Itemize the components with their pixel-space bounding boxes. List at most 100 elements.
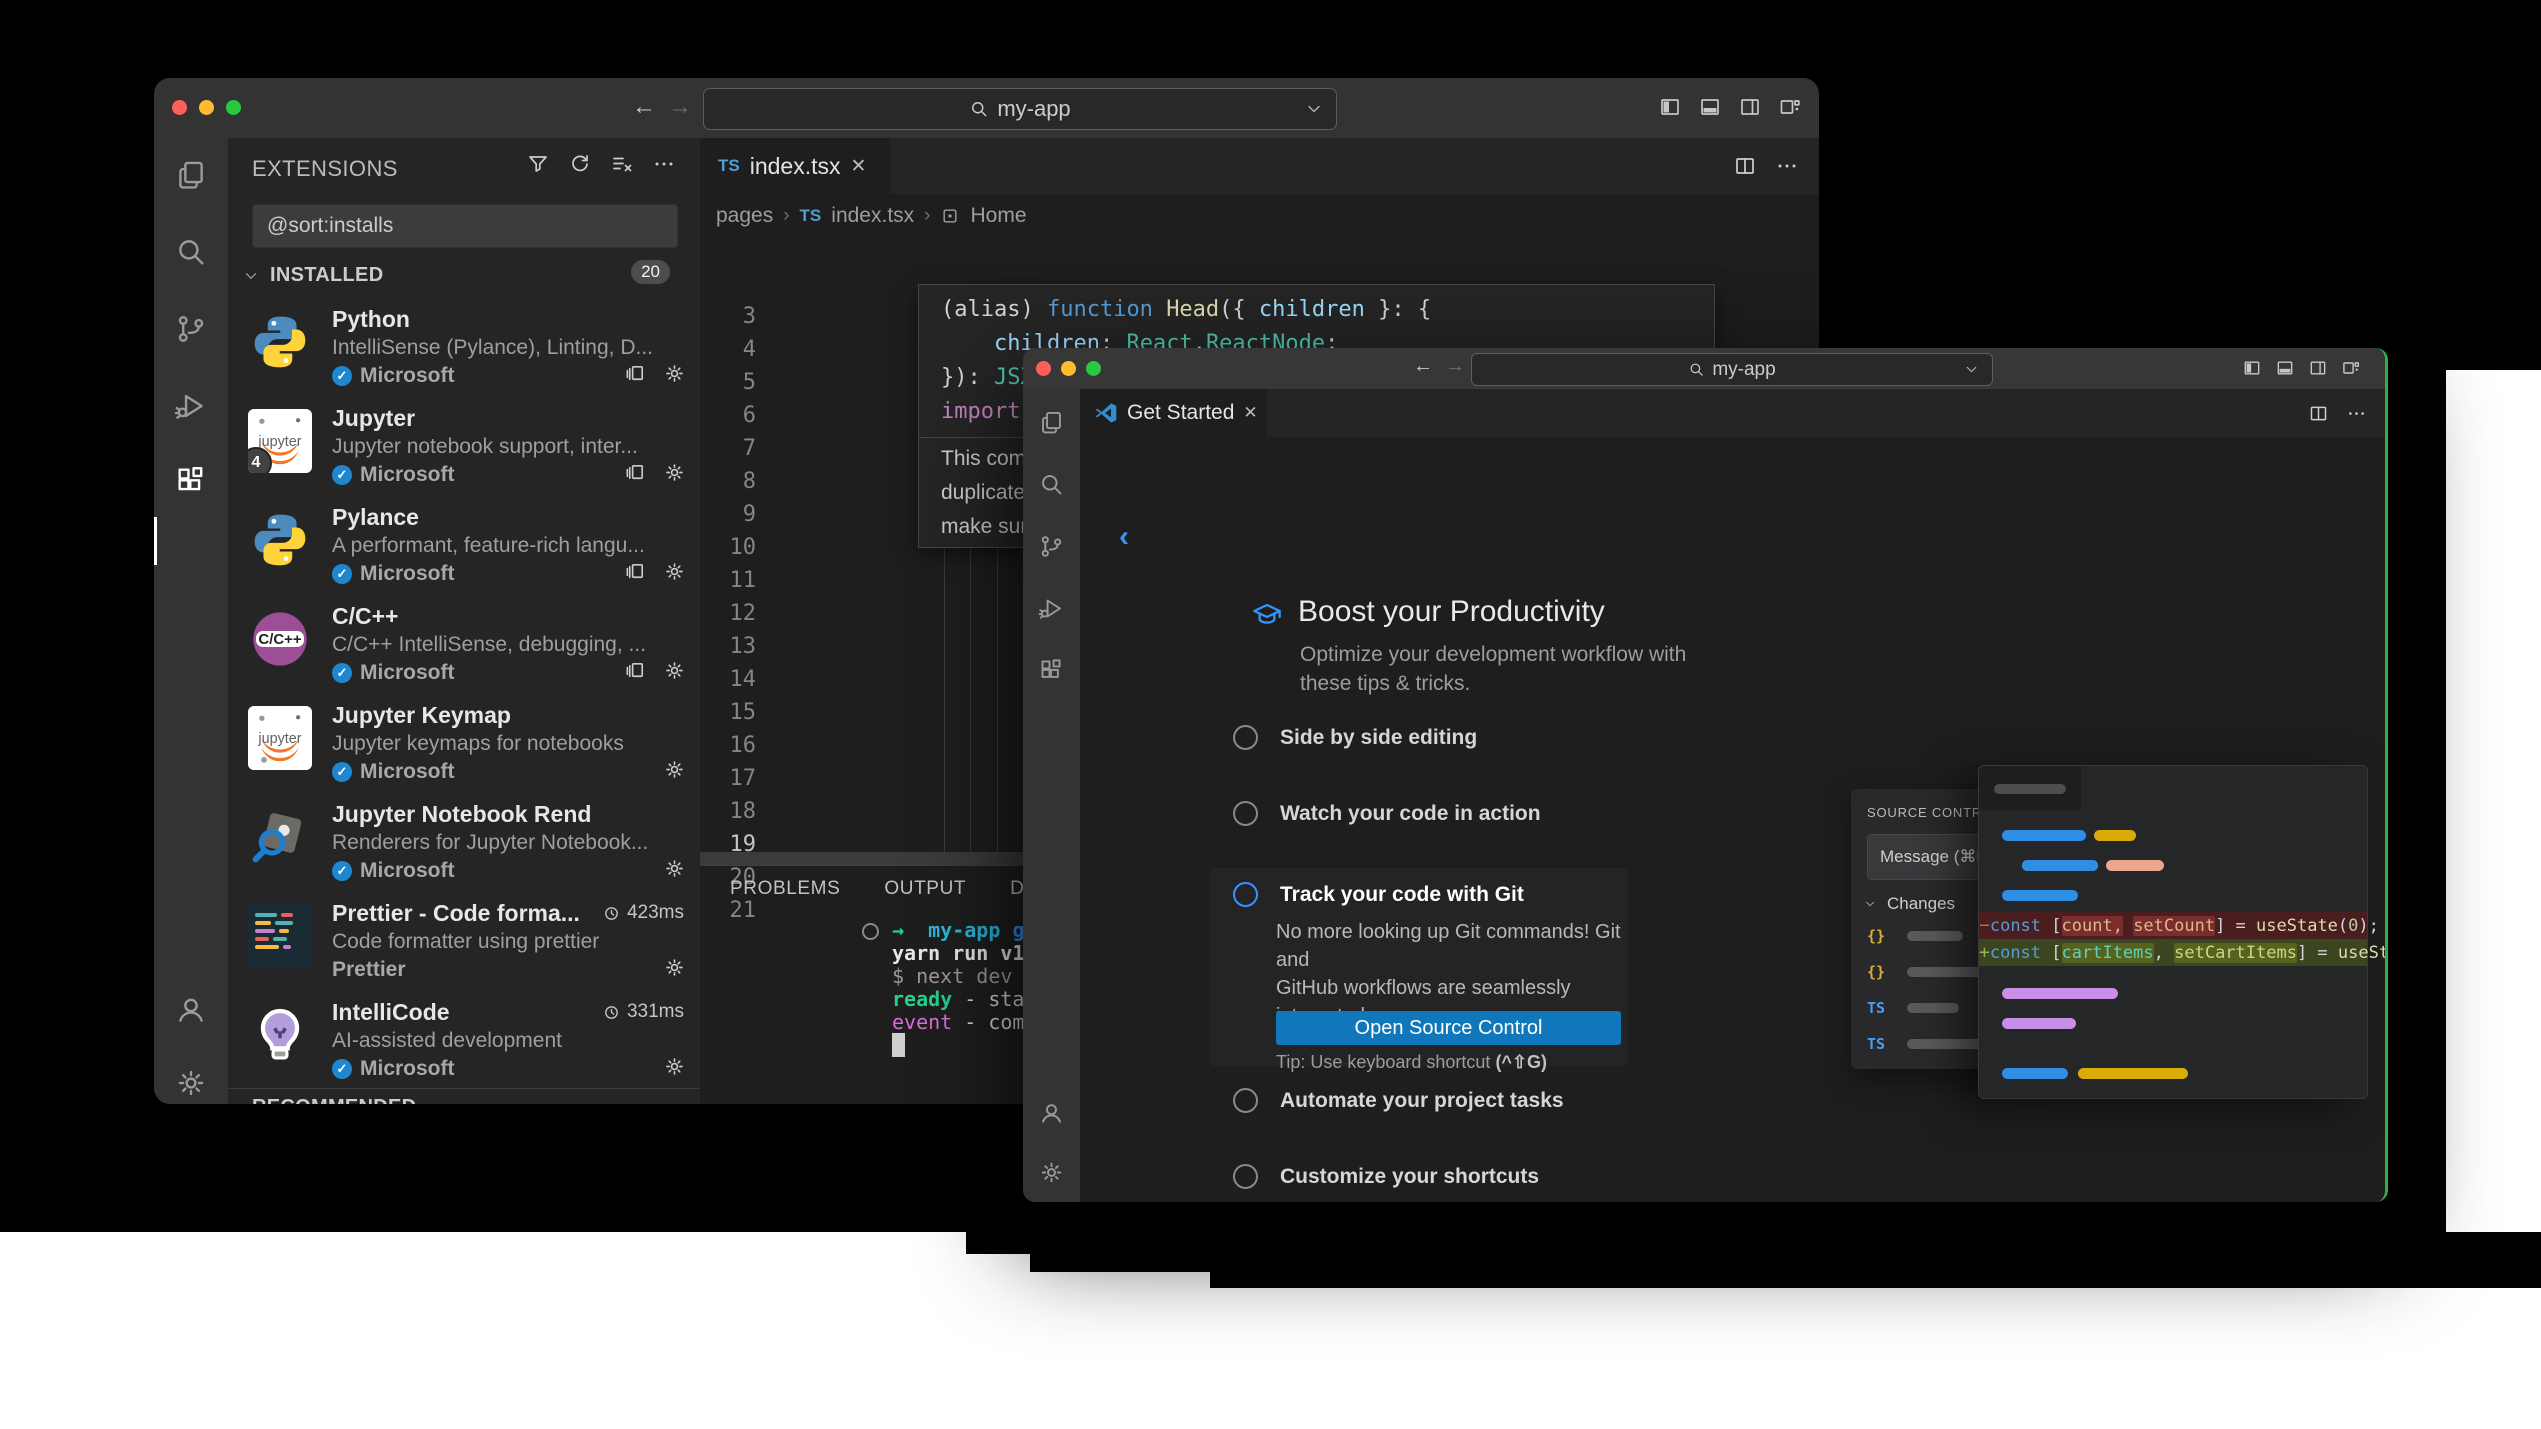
activity-account-icon[interactable]: [1038, 1099, 1065, 1126]
breadcrumb[interactable]: pages › TS index.tsx › Home: [716, 198, 1027, 234]
changed-file-row[interactable]: {}: [1867, 927, 1963, 945]
close-tab-icon[interactable]: ✕: [851, 155, 867, 178]
chevron-expanded-icon[interactable]: [1863, 897, 1877, 911]
changed-file-row[interactable]: TS: [1867, 999, 1959, 1017]
chevron-down-icon[interactable]: [1963, 361, 1980, 378]
gear-icon[interactable]: [663, 362, 686, 385]
side-by-side-icon[interactable]: [624, 659, 647, 682]
breadcrumb-item[interactable]: Home: [970, 204, 1026, 228]
walkthrough-step[interactable]: Side by side editing: [1233, 725, 1477, 750]
split-editor-icon[interactable]: [2308, 403, 2329, 424]
chevron-down-icon[interactable]: [1304, 99, 1324, 119]
activity-debug-icon[interactable]: [174, 389, 208, 423]
panel-tab-problems[interactable]: PROBLEMS: [730, 878, 840, 900]
gear-icon[interactable]: [663, 758, 686, 781]
extension-row[interactable]: Pylance A performant, feature-rich langu.…: [228, 498, 700, 597]
close-window-button[interactable]: [1036, 361, 1051, 376]
gear-icon[interactable]: [663, 1055, 686, 1078]
walkthrough-back-icon[interactable]: ‹: [1119, 520, 1129, 554]
step-radio-icon[interactable]: [1233, 1088, 1258, 1113]
more-actions-icon[interactable]: [1775, 154, 1799, 178]
panel-bottom-icon[interactable]: [2275, 358, 2295, 378]
activity-files-icon[interactable]: [174, 158, 208, 192]
side-by-side-icon[interactable]: [624, 461, 647, 484]
breadcrumb-item[interactable]: pages: [716, 204, 773, 228]
extension-row[interactable]: jupyter Jupyter Keymap Jupyter keymaps for…: [228, 696, 700, 795]
gear-icon[interactable]: [663, 560, 686, 583]
layout-icon[interactable]: [1778, 95, 1802, 119]
step-radio-icon[interactable]: [1233, 1164, 1258, 1189]
back-arrow-icon[interactable]: ←: [632, 95, 656, 119]
activity-settings-icon[interactable]: [174, 1066, 208, 1100]
activity-debug-icon[interactable]: [1038, 595, 1065, 622]
split-editor-icon[interactable]: [1733, 154, 1757, 178]
command-center-search[interactable]: my-app: [703, 88, 1337, 130]
back-arrow-icon[interactable]: ←: [1413, 356, 1433, 376]
line-number: 4: [742, 337, 756, 362]
step-radio-icon[interactable]: [1233, 801, 1258, 826]
walkthrough-step[interactable]: Customize your shortcuts: [1233, 1164, 1539, 1189]
extension-row[interactable]: C/C++ C/C++ C/C++ IntelliSense, debugging,…: [228, 597, 700, 696]
gear-icon[interactable]: [663, 956, 686, 979]
panel-tab-output[interactable]: OUTPUT: [884, 878, 966, 900]
layout-icon[interactable]: [2341, 358, 2361, 378]
extension-row[interactable]: Python IntelliSense (Pylance), Linting, D…: [228, 300, 700, 399]
tab-index-tsx[interactable]: TS index.tsx ✕: [700, 138, 890, 194]
walkthrough-step[interactable]: Watch your code in action: [1233, 801, 1541, 826]
extension-row[interactable]: Jupyter Notebook Renderers Renderers for …: [228, 795, 700, 894]
step-radio-selected-icon[interactable]: [1233, 882, 1258, 907]
more-actions-icon[interactable]: [2346, 403, 2367, 424]
walkthrough-step[interactable]: Automate your project tasks: [1233, 1088, 1564, 1113]
panel-bottom-icon[interactable]: [1698, 95, 1722, 119]
command-center-search[interactable]: my-app: [1471, 353, 1993, 386]
zoom-window-button[interactable]: [1086, 361, 1101, 376]
refresh-icon[interactable]: [568, 152, 592, 176]
clear-list-icon[interactable]: [610, 152, 634, 176]
panel-left-icon[interactable]: [2242, 358, 2262, 378]
side-by-side-icon[interactable]: [624, 560, 647, 583]
activity-source-control-icon[interactable]: [174, 312, 208, 346]
step-radio-icon[interactable]: [1233, 725, 1258, 750]
activity-search-icon[interactable]: [174, 235, 208, 269]
vscode-window-front: ← → my-app Get Started ✕ ‹ Boost your Pr…: [1023, 348, 2388, 1202]
ellipsis-icon[interactable]: [652, 152, 676, 176]
zoom-window-button[interactable]: [226, 100, 241, 115]
minimize-window-button[interactable]: [1061, 361, 1076, 376]
activity-files-icon[interactable]: [1038, 409, 1065, 436]
activity-account-icon[interactable]: [174, 992, 208, 1026]
forward-arrow-icon[interactable]: →: [668, 95, 692, 119]
open-source-control-button[interactable]: Open Source Control: [1276, 1011, 1621, 1045]
titlebar[interactable]: ← → my-app: [1023, 348, 2385, 389]
close-tab-icon[interactable]: ✕: [1243, 403, 1257, 423]
recommended-section-label[interactable]: RECOMMENDED: [252, 1096, 416, 1104]
extension-row[interactable]: jupyter 4 Jupyter Jupyter notebook support,…: [228, 399, 700, 498]
extensions-search-input[interactable]: @sort:installs: [252, 204, 678, 248]
gear-icon[interactable]: [663, 857, 686, 880]
walkthrough-step[interactable]: Track your code with Git: [1233, 882, 1524, 907]
activity-extensions-icon[interactable]: [1038, 657, 1065, 684]
panel-right-icon[interactable]: [2308, 358, 2328, 378]
panel-left-icon[interactable]: [1658, 95, 1682, 119]
close-window-button[interactable]: [172, 100, 187, 115]
extension-row[interactable]: IntelliCode 331ms AI-assisted development ✓…: [228, 993, 700, 1092]
gear-icon[interactable]: [663, 461, 686, 484]
forward-arrow-icon[interactable]: →: [1445, 356, 1465, 376]
walkthrough-step-expanded[interactable]: Track your code with Git No more looking …: [1210, 868, 1628, 1072]
changes-label[interactable]: Changes: [1887, 894, 1955, 914]
titlebar[interactable]: ← → my-app: [154, 78, 1819, 138]
tab-get-started[interactable]: Get Started ✕: [1080, 389, 1266, 437]
side-by-side-icon[interactable]: [624, 362, 647, 385]
changed-file-row[interactable]: {}: [1867, 963, 1995, 981]
extension-row[interactable]: Prettier - Code forma... 423ms Code format…: [228, 894, 700, 993]
filter-icon[interactable]: [526, 152, 550, 176]
activity-settings-icon[interactable]: [1038, 1159, 1065, 1186]
gear-icon[interactable]: [663, 659, 686, 682]
installed-section-label[interactable]: INSTALLED: [270, 264, 383, 287]
minimize-window-button[interactable]: [199, 100, 214, 115]
activity-source-control-icon[interactable]: [1038, 533, 1065, 560]
panel-right-icon[interactable]: [1738, 95, 1762, 119]
activity-extensions-icon[interactable]: [174, 464, 208, 498]
breadcrumb-item[interactable]: index.tsx: [831, 204, 914, 228]
chevron-expanded-icon[interactable]: [242, 267, 260, 285]
activity-search-icon[interactable]: [1038, 471, 1065, 498]
